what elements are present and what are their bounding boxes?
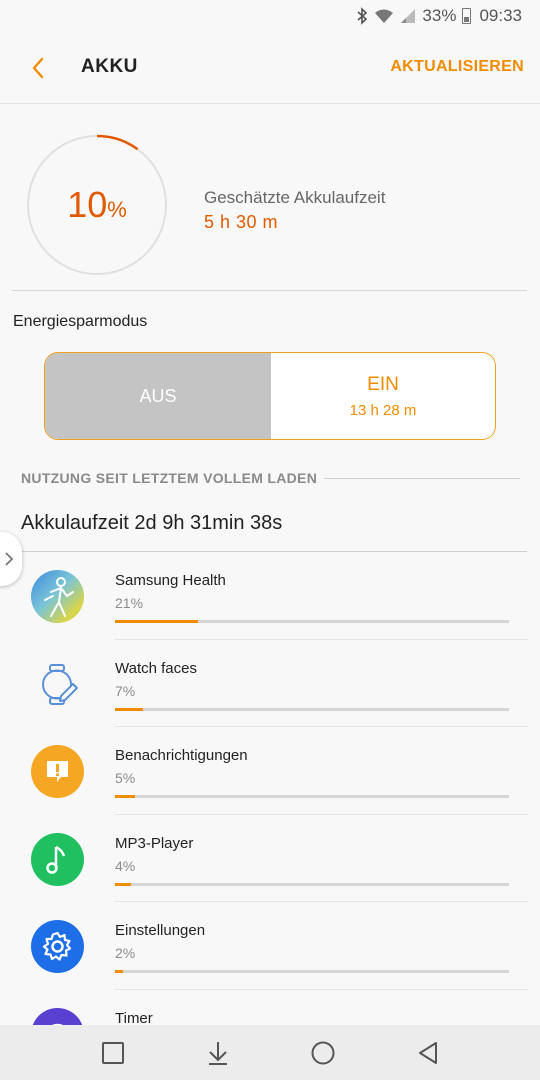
status-bar: 33% 09:33	[0, 0, 540, 32]
app-name: Benachrichtigungen	[115, 747, 248, 764]
pull-down-button[interactable]	[198, 1033, 238, 1073]
app-name: Einstellungen	[115, 922, 206, 939]
app-percent: 4%	[115, 857, 136, 874]
home-icon	[311, 1041, 334, 1064]
battery-level: 10 %	[26, 134, 168, 276]
usage-bar	[115, 882, 509, 886]
home-button[interactable]	[303, 1033, 343, 1073]
list-item[interactable]: Watch faces 7%	[0, 640, 540, 727]
back-button[interactable]	[22, 52, 54, 84]
usage-bar-fill	[115, 620, 198, 623]
usage-bar-fill	[115, 707, 143, 711]
usage-bar-fill	[115, 795, 135, 798]
recent-apps-icon	[101, 1041, 124, 1064]
back-triangle-icon	[418, 1041, 437, 1064]
bluetooth-icon	[356, 7, 368, 25]
app-name: Timer	[115, 1009, 153, 1027]
usage-bar-fill	[115, 970, 123, 973]
list-item[interactable]: Samsung Health 21%	[0, 552, 540, 640]
usage-bar	[115, 620, 509, 623]
power-saving-toggle: AUS EIN 13 h 28 m	[44, 352, 496, 440]
app-percent: 5%	[115, 770, 136, 786]
estimate-label: Geschätzte Akkulaufzeit	[204, 188, 386, 207]
usage-bar	[115, 707, 509, 711]
refresh-button[interactable]: AKTUALISIEREN	[390, 58, 524, 76]
samsung-health-icon	[31, 570, 84, 623]
power-saving-on-button[interactable]: EIN 13 h 28 m	[271, 353, 495, 439]
app-name: Samsung Health	[115, 572, 226, 589]
app-name: MP3-Player	[115, 834, 194, 852]
on-label: EIN	[367, 373, 399, 395]
battery-icon	[462, 8, 472, 24]
estimate-value: 5 h 30 m	[204, 212, 279, 232]
app-percent: 7%	[115, 682, 136, 699]
page-title: AKKU	[81, 56, 138, 77]
watch-faces-icon	[31, 658, 84, 711]
on-time: 13 h 28 m	[349, 401, 417, 419]
usage-bar-fill	[115, 882, 131, 886]
off-label: AUS	[139, 385, 177, 406]
usage-bar	[115, 795, 509, 798]
settings-gear-icon	[31, 920, 84, 973]
uptime-text: Akkulaufzeit 2d 9h 31min 38s	[21, 512, 283, 534]
arrow-down-icon	[208, 1041, 227, 1065]
music-note-icon	[31, 832, 84, 886]
notification-icon	[31, 745, 84, 798]
list-item[interactable]: Einstellungen 2%	[0, 902, 540, 990]
usage-section-title: NUTZUNG SEIT LETZTEM VOLLEM LADEN	[21, 470, 318, 486]
chevron-left-icon	[32, 57, 44, 79]
power-saving-label: Energiesparmodus	[13, 313, 148, 330]
battery-level-number: 10	[67, 184, 108, 225]
signal-icon	[400, 8, 416, 24]
app-bar: AKKU AKTUALISIEREN	[0, 32, 540, 104]
wifi-icon	[374, 8, 394, 24]
power-saving-off-button[interactable]: AUS	[45, 353, 271, 439]
list-item[interactable]: MP3-Player 4%	[0, 815, 540, 902]
app-name: Watch faces	[115, 659, 197, 677]
list-item[interactable]: Benachrichtigungen 5%	[0, 727, 540, 815]
recent-apps-button[interactable]	[93, 1033, 133, 1073]
battery-percent: 33%	[422, 6, 457, 25]
back-nav-button[interactable]	[408, 1033, 448, 1073]
navigation-bar	[0, 1025, 540, 1080]
app-usage-list: Samsung Health 21% Watch faces 7% Benach…	[0, 552, 540, 1077]
usage-bar	[115, 970, 509, 973]
divider	[12, 290, 527, 291]
app-percent: 2%	[115, 945, 136, 961]
battery-level-unit: %	[107, 197, 127, 222]
section-divider	[324, 478, 520, 479]
clock: 09:33	[479, 6, 522, 25]
app-percent: 21%	[115, 595, 144, 611]
